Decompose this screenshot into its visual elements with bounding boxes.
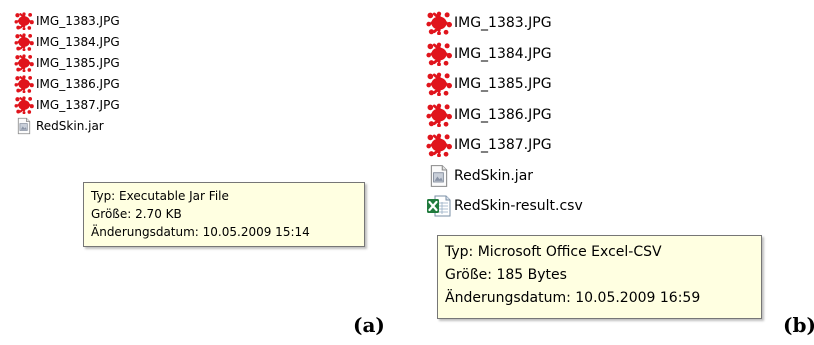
tooltip-type: Typ: Executable Jar File <box>91 189 229 203</box>
file-item-img-1385[interactable]: IMG_1385.JPG <box>14 52 120 73</box>
file-item-img-1386[interactable]: IMG_1386.JPG <box>426 100 583 131</box>
red-image-icon <box>14 95 34 114</box>
panel-label: (a) <box>353 313 385 337</box>
file-name: IMG_1384.JPG <box>36 34 120 49</box>
red-image-icon <box>14 53 34 72</box>
file-item-img-1383[interactable]: IMG_1383.JPG <box>426 8 583 39</box>
jar-file-icon <box>14 117 34 135</box>
red-image-icon <box>426 42 452 66</box>
red-image-icon <box>14 74 34 93</box>
tooltip-size: Größe: 2.70 KB <box>91 207 182 221</box>
file-name: IMG_1383.JPG <box>454 15 552 32</box>
file-name: IMG_1383.JPG <box>36 13 120 28</box>
file-name: IMG_1385.JPG <box>454 76 552 93</box>
file-list: IMG_1383.JPG IMG_1384.JPG IMG_1385.JPG I… <box>426 8 583 222</box>
file-name: IMG_1386.JPG <box>36 76 120 91</box>
red-image-icon <box>426 133 452 158</box>
panel-b: IMG_1383.JPG IMG_1384.JPG IMG_1385.JPG I… <box>410 0 814 345</box>
file-list: IMG_1383.JPG IMG_1384.JPG IMG_1385.JPG I… <box>14 10 120 136</box>
file-name: IMG_1385.JPG <box>36 55 120 70</box>
panel-a: IMG_1383.JPG IMG_1384.JPG IMG_1385.JPG I… <box>0 0 400 345</box>
red-image-icon <box>426 103 452 127</box>
file-name: IMG_1387.JPG <box>454 137 552 154</box>
file-item-img-1387[interactable]: IMG_1387.JPG <box>14 94 120 115</box>
file-item-img-1383[interactable]: IMG_1383.JPG <box>14 10 120 31</box>
tooltip-modified: Änderungsdatum: 10.05.2009 15:14 <box>91 225 310 239</box>
tooltip-size: Größe: 185 Bytes <box>445 267 567 283</box>
excel-csv-icon <box>426 194 452 218</box>
red-image-icon <box>14 32 34 51</box>
file-info-tooltip: Typ: Microsoft Office Excel-CSV Größe: 1… <box>437 235 762 319</box>
file-name: IMG_1387.JPG <box>36 97 120 112</box>
panel-label: (b) <box>783 313 814 337</box>
file-item-redskin-jar[interactable]: RedSkin.jar <box>426 161 583 192</box>
file-name: RedSkin.jar <box>36 118 104 133</box>
file-name: RedSkin.jar <box>454 167 534 184</box>
tooltip-type: Typ: Microsoft Office Excel-CSV <box>445 244 662 260</box>
file-item-img-1384[interactable]: IMG_1384.JPG <box>426 39 583 70</box>
red-image-icon <box>426 72 452 97</box>
file-item-redskin-result-csv[interactable]: RedSkin-result.csv <box>426 191 583 222</box>
file-item-redskin-jar[interactable]: RedSkin.jar <box>14 115 120 136</box>
jar-file-icon <box>426 164 452 188</box>
file-name: RedSkin-result.csv <box>454 198 583 215</box>
file-item-img-1384[interactable]: IMG_1384.JPG <box>14 31 120 52</box>
file-item-img-1385[interactable]: IMG_1385.JPG <box>426 69 583 100</box>
file-item-img-1386[interactable]: IMG_1386.JPG <box>14 73 120 94</box>
file-name: IMG_1386.JPG <box>454 106 552 123</box>
file-info-tooltip: Typ: Executable Jar File Größe: 2.70 KB … <box>83 182 365 247</box>
file-name: IMG_1384.JPG <box>454 45 552 62</box>
red-image-icon <box>14 11 34 30</box>
red-image-icon <box>426 11 452 36</box>
file-item-img-1387[interactable]: IMG_1387.JPG <box>426 130 583 161</box>
tooltip-modified: Änderungsdatum: 10.05.2009 16:59 <box>445 290 701 306</box>
